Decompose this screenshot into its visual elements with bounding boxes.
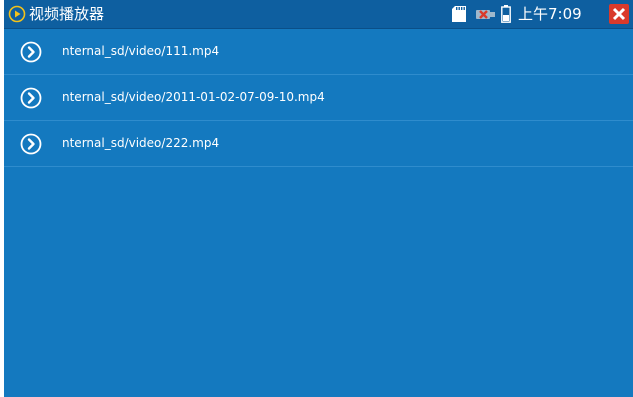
usb-disconnected-icon bbox=[476, 10, 495, 19]
title-bar: 视频播放器 上午7:09 bbox=[4, 0, 633, 29]
list-item[interactable]: nternal_sd/video/111.mp4 bbox=[4, 30, 633, 75]
list-item[interactable]: nternal_sd/video/2011-01-02-07-09-10.mp4 bbox=[4, 76, 633, 121]
close-icon bbox=[612, 7, 626, 21]
file-path: nternal_sd/video/2011-01-02-07-09-10.mp4 bbox=[62, 90, 325, 104]
sd-card-icon bbox=[452, 6, 466, 22]
play-arrow-circle-icon[interactable] bbox=[20, 87, 42, 109]
play-circle-icon bbox=[8, 5, 26, 23]
list-item[interactable]: nternal_sd/video/222.mp4 bbox=[4, 122, 633, 167]
video-player-screen: 视频播放器 上午7:09 nternal_sd/video/111.mp4 nt… bbox=[4, 0, 633, 397]
play-arrow-circle-icon[interactable] bbox=[20, 133, 42, 155]
file-path: nternal_sd/video/222.mp4 bbox=[62, 136, 220, 150]
battery-icon bbox=[501, 5, 511, 23]
file-path: nternal_sd/video/111.mp4 bbox=[62, 44, 220, 58]
file-list: nternal_sd/video/111.mp4 nternal_sd/vide… bbox=[4, 30, 633, 168]
app-title: 视频播放器 bbox=[29, 5, 105, 23]
play-arrow-circle-icon[interactable] bbox=[20, 41, 42, 63]
clock: 上午7:09 bbox=[518, 5, 582, 23]
close-button[interactable] bbox=[609, 4, 629, 24]
